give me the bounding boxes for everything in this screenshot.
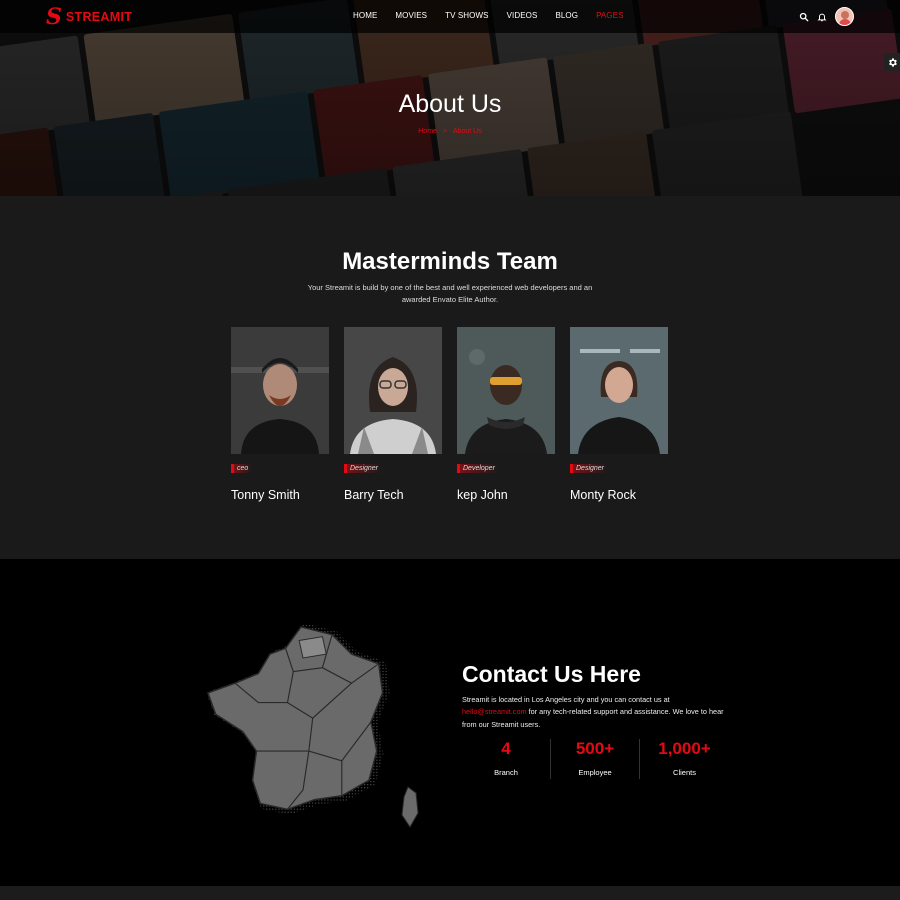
brand-logo[interactable]: S STREAMIT bbox=[46, 6, 132, 28]
nav-item-pages[interactable]: PAGES bbox=[596, 11, 623, 20]
company-stats: 4 Branch 500+ Employee 1,000+ Clients bbox=[462, 739, 729, 779]
team-member-card[interactable]: ceo Tonny Smith bbox=[231, 327, 329, 502]
team-member-card[interactable]: Designer Monty Rock bbox=[570, 327, 668, 502]
nav-item-home[interactable]: HOME bbox=[353, 11, 377, 20]
stat-value: 1,000+ bbox=[658, 739, 711, 758]
stat-value: 500+ bbox=[575, 739, 615, 758]
team-heading: Masterminds Team bbox=[342, 248, 558, 275]
main-nav: HOME MOVIES TV SHOWS VIDEOS BLOG PAGES bbox=[353, 11, 642, 20]
member-role-badge: Developer bbox=[457, 464, 499, 473]
contact-text-intro: Streamit is located in Los Angeles city … bbox=[462, 695, 670, 704]
footer-top-edge bbox=[0, 886, 900, 900]
member-name: Monty Rock bbox=[570, 488, 636, 502]
member-role-badge: Designer bbox=[570, 464, 609, 473]
logo-wordmark: STREAMIT bbox=[65, 10, 133, 24]
bell-icon[interactable] bbox=[817, 12, 827, 22]
nav-item-blog[interactable]: BLOG bbox=[555, 11, 578, 20]
nav-item-movies[interactable]: MOVIES bbox=[395, 11, 427, 20]
gear-icon bbox=[888, 57, 897, 67]
top-navbar: S STREAMIT HOME MOVIES TV SHOWS VIDEOS B… bbox=[0, 0, 900, 33]
member-photo bbox=[231, 327, 329, 454]
header-actions bbox=[799, 7, 854, 26]
member-name: Tonny Smith bbox=[231, 488, 300, 502]
settings-toggle-button[interactable] bbox=[884, 53, 900, 71]
nav-item-tv-shows[interactable]: TV SHOWS bbox=[445, 11, 488, 20]
stat-label: Branch bbox=[494, 768, 518, 777]
member-role-badge: Designer bbox=[344, 464, 383, 473]
member-role-badge: ceo bbox=[231, 464, 253, 473]
breadcrumb-current: About Us bbox=[452, 128, 482, 135]
logo-mark: S bbox=[46, 4, 62, 30]
team-member-card[interactable]: Developer kep John bbox=[457, 327, 555, 502]
member-photo bbox=[570, 327, 668, 454]
contact-description: Streamit is located in Los Angeles city … bbox=[462, 694, 724, 731]
contact-email-link[interactable]: hello@streamit.com bbox=[462, 707, 527, 716]
search-icon[interactable] bbox=[799, 12, 809, 22]
france-map-image bbox=[206, 623, 419, 828]
stat-label: Employee bbox=[578, 768, 612, 777]
breadcrumb-home-link[interactable]: Home bbox=[418, 128, 437, 135]
stat-value: 4 bbox=[501, 739, 511, 758]
team-description: Your Streamit is build by one of the bes… bbox=[307, 283, 593, 304]
user-avatar[interactable] bbox=[835, 7, 854, 26]
stat-employee: 500+ Employee bbox=[551, 739, 640, 779]
breadcrumb-separator: > bbox=[442, 128, 447, 135]
page-title: About Us bbox=[398, 90, 502, 118]
contact-section: Contact Us Here Streamit is located in L… bbox=[0, 559, 900, 886]
stat-label: Clients bbox=[673, 768, 696, 777]
member-photo bbox=[457, 327, 555, 454]
member-name: Barry Tech bbox=[344, 488, 404, 502]
breadcrumb: Home > About Us bbox=[0, 128, 900, 135]
stat-branch: 4 Branch bbox=[462, 739, 551, 779]
stat-clients: 1,000+ Clients bbox=[640, 739, 729, 779]
member-photo bbox=[344, 327, 442, 454]
nav-item-videos[interactable]: VIDEOS bbox=[507, 11, 538, 20]
member-name: kep John bbox=[457, 488, 508, 502]
team-member-card[interactable]: Designer Barry Tech bbox=[344, 327, 442, 502]
contact-heading: Contact Us Here bbox=[462, 661, 641, 687]
team-section: Masterminds Team Your Streamit is build … bbox=[0, 196, 900, 559]
